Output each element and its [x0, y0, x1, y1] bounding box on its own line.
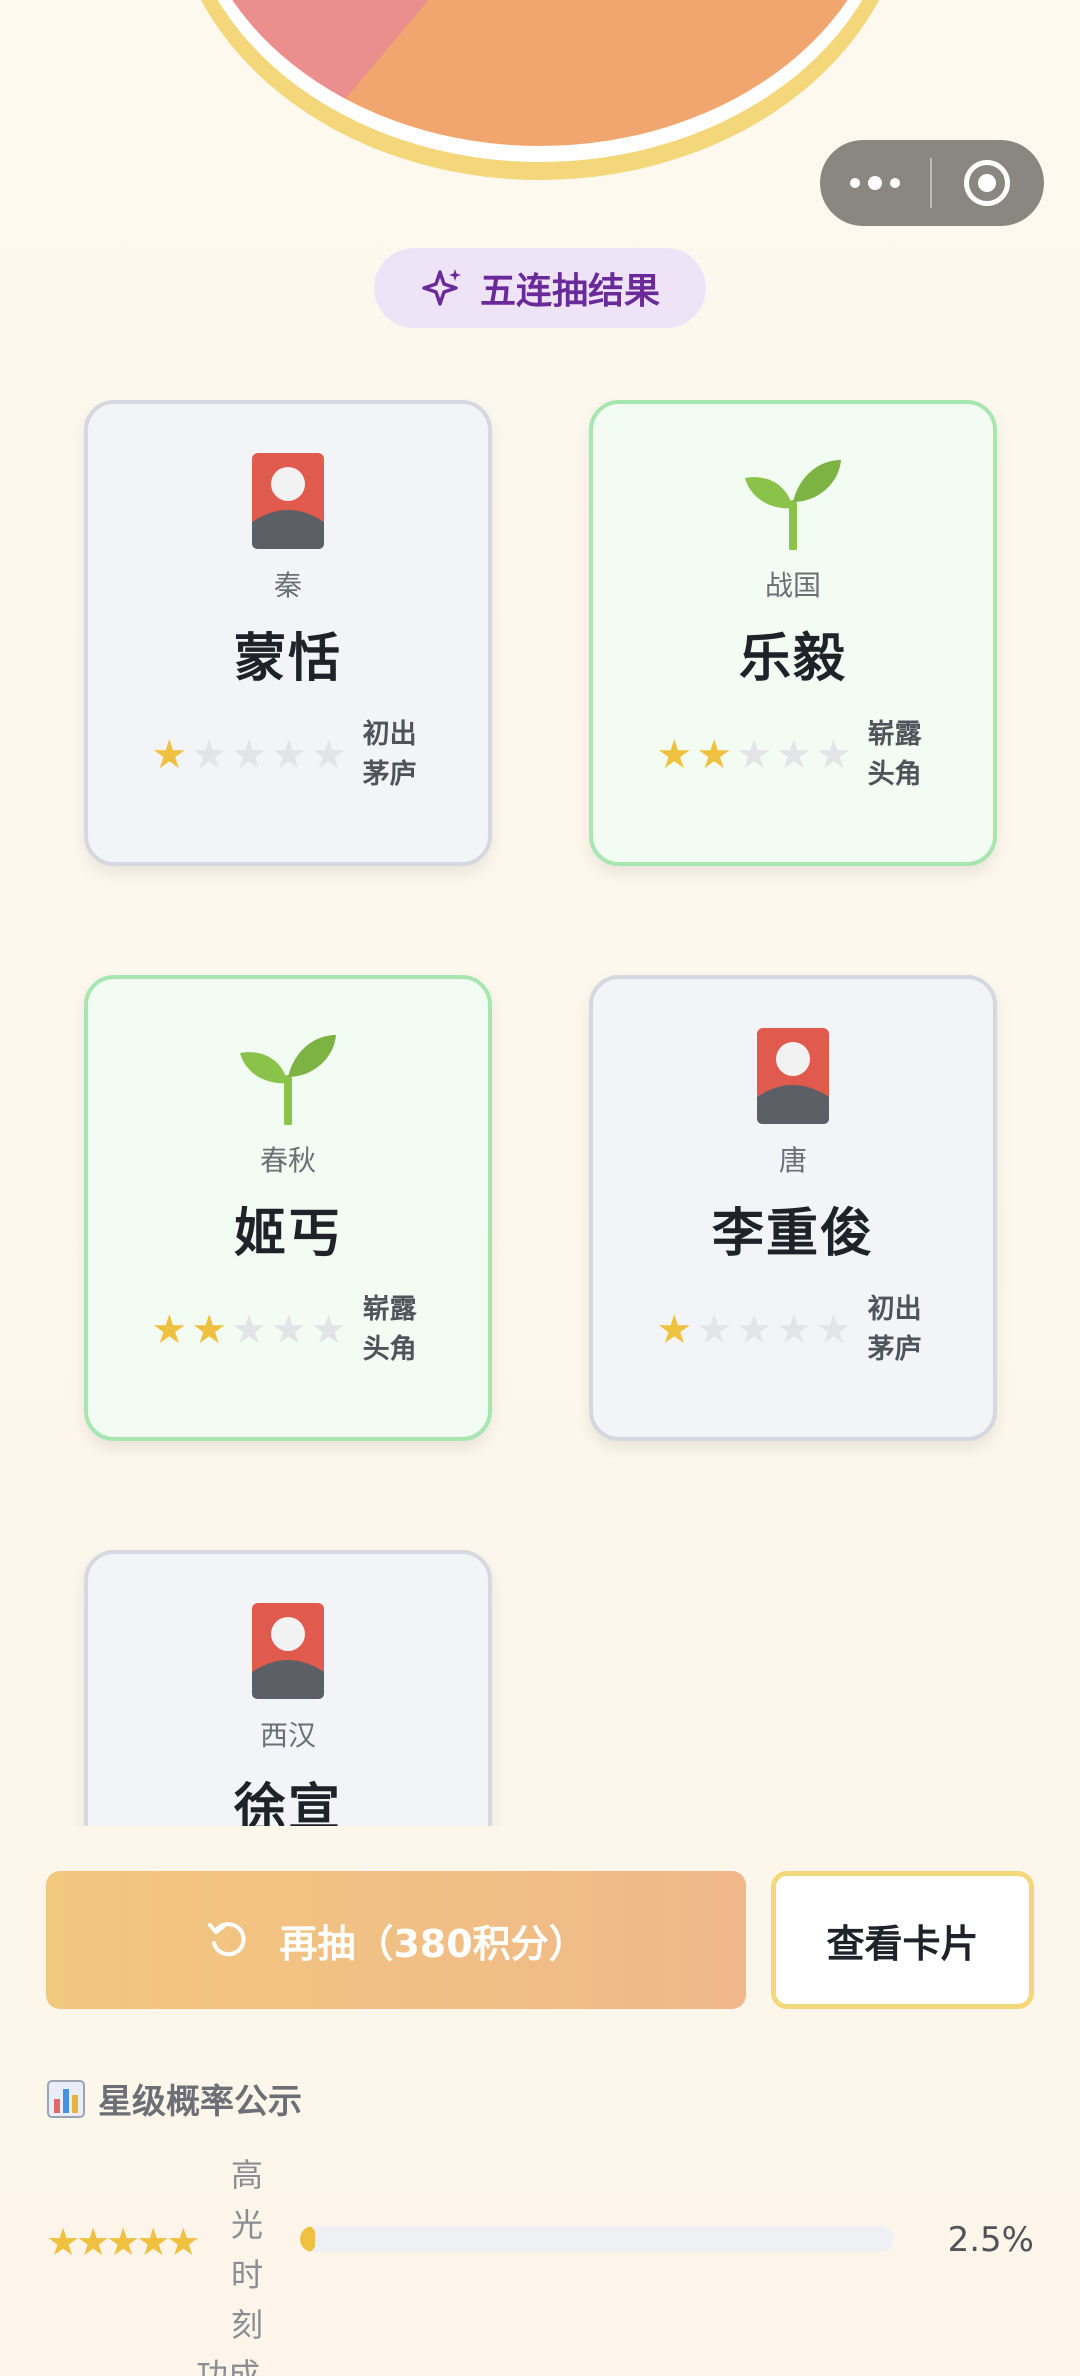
star-icon: ★	[696, 1307, 733, 1353]
result-card[interactable]: 秦蒙恬 ★ ★ ★ ★ ★ 初出茅庐	[84, 400, 492, 866]
star-icon: ★	[151, 1307, 188, 1353]
star-icon: ★	[696, 732, 733, 778]
card-portrait-icon	[252, 453, 324, 549]
card-name: 姬丐	[233, 1204, 342, 1264]
card-stars: ★ ★ ★ ★ ★	[656, 735, 851, 775]
star-icon: ★	[656, 1307, 693, 1353]
card-stars: ★ ★ ★ ★ ★	[656, 1310, 851, 1350]
card-era: 秦	[273, 569, 302, 602]
card-name: 徐宣	[233, 1779, 342, 1826]
card-era: 春秋	[259, 1144, 316, 1177]
result-card[interactable]: 战国 乐毅 ★ ★ ★ ★ ★ 崭露头角	[589, 400, 997, 866]
card-portrait-icon	[252, 1603, 324, 1699]
card-era: 西汉	[259, 1719, 316, 1752]
star-icon: ★	[736, 1307, 772, 1353]
star-icon: ★	[736, 732, 772, 778]
card-stars: ★ ★ ★ ★ ★	[151, 1310, 346, 1350]
probability-bar-fill	[300, 2226, 315, 2252]
probability-title: 星级概率公示	[46, 2074, 302, 2123]
star-icon: ★	[815, 1307, 852, 1353]
card-era: 唐	[778, 1144, 807, 1177]
sprout-icon	[745, 460, 841, 550]
star-icon: ★	[231, 732, 267, 778]
sprout-icon	[240, 1035, 336, 1125]
result-card[interactable]: 唐李重俊 ★ ★ ★ ★ ★ 初出茅庐	[589, 975, 997, 1441]
star-icon: ★	[775, 1307, 812, 1353]
star-icon: ★	[815, 732, 852, 778]
star-icon: ★	[310, 1307, 347, 1353]
refresh-icon	[208, 1922, 246, 1957]
star-icon: ★	[191, 1307, 228, 1353]
result-card[interactable]: 西汉徐宣★★★★★初出茅庐	[84, 1550, 492, 1826]
card-tier: 初出茅庐	[362, 719, 417, 790]
bar-chart-icon	[47, 2079, 85, 2118]
probability-row: ★★★★★ 高光时刻 2.5%	[46, 2150, 1034, 2344]
redraw-label: 再抽（380积分）	[279, 1921, 587, 1966]
view-cards-label: 查看卡片	[826, 1921, 979, 1966]
star-icon: ★	[191, 732, 228, 778]
card-tier: 崭露头角	[362, 1294, 417, 1365]
star-icon: ★	[775, 732, 812, 778]
card-name: 乐毅	[738, 629, 847, 689]
probability-label-partial: 功成	[196, 2356, 261, 2376]
probability-label: 高光时刻	[231, 2156, 264, 2344]
probability-stars: ★★★★★	[46, 2220, 200, 2264]
star-icon: ★	[656, 732, 693, 778]
probability-percent: 2.5%	[947, 2220, 1034, 2260]
card-name: 李重俊	[711, 1204, 874, 1264]
star-icon: ★	[310, 732, 347, 778]
star-icon: ★	[270, 732, 307, 778]
result-card[interactable]: 春秋 姬丐 ★ ★ ★ ★ ★ 崭露头角	[84, 975, 492, 1441]
redraw-button[interactable]: 再抽（380积分）	[46, 1871, 746, 2009]
star-icon: ★	[231, 1307, 267, 1353]
probability-bar	[300, 2226, 894, 2252]
card-portrait-icon	[757, 1028, 829, 1124]
card-tier: 初出茅庐	[867, 1294, 922, 1365]
card-name: 蒙恬	[233, 629, 342, 689]
card-tier: 崭露头角	[867, 719, 922, 790]
card-stars: ★ ★ ★ ★ ★	[151, 735, 346, 775]
card-grid: 秦蒙恬 ★ ★ ★ ★ ★ 初出茅庐 战国 乐毅 ★ ★ ★ ★ ★ 崭露头角 春秋 姬丐 ★ ★ ★ ★ ★ 崭露头角…	[0, 0, 1080, 1826]
star-icon: ★	[151, 732, 188, 778]
card-era: 战国	[764, 569, 821, 602]
view-cards-button[interactable]: 查看卡片	[771, 1871, 1034, 2009]
star-icon: ★	[270, 1307, 307, 1353]
